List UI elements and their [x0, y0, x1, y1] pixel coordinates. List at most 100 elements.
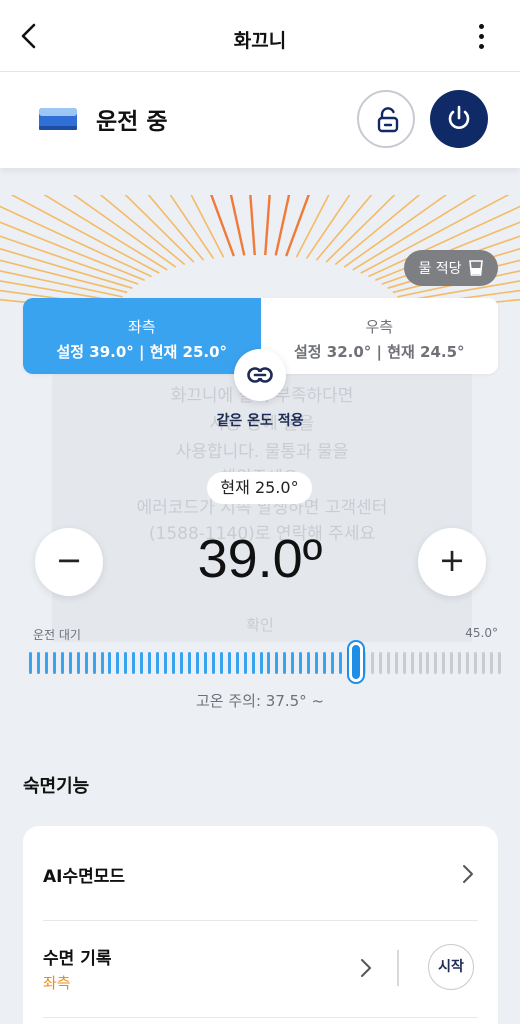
- heat-ray: [249, 195, 256, 256]
- slider-tick: [299, 652, 303, 674]
- slider-tick: [283, 652, 287, 674]
- current-temperature-pill: 현재 25.0°: [207, 472, 312, 504]
- apply-same-temp-label[interactable]: 같은 온도 적용: [0, 410, 520, 430]
- sleep-section-title: 숙면기능: [23, 776, 90, 797]
- tab-right-zone[interactable]: 우측 설정 32.0° | 현재 24.5°: [260, 298, 498, 374]
- slider-tick: [490, 652, 494, 674]
- heat-ray: [210, 195, 235, 257]
- zone-name: 좌측: [127, 318, 156, 336]
- zone-temperature-detail: 설정 39.0° | 현재 25.0°: [56, 343, 228, 361]
- slider-tick: [307, 652, 311, 674]
- heat-ray: [0, 270, 123, 298]
- plus-icon: +: [438, 541, 466, 579]
- slider-tick: [203, 652, 207, 674]
- slider-tick: [164, 652, 168, 674]
- slider-tick: [323, 652, 327, 674]
- lock-toggle-button[interactable]: [357, 90, 415, 148]
- slider-tick: [124, 652, 128, 674]
- slider-tick: [426, 652, 430, 674]
- slider-tick: [211, 652, 215, 674]
- slider-tick: [291, 652, 295, 674]
- device-status-bar: 운전 중: [0, 72, 520, 168]
- slider-tick: [259, 652, 263, 674]
- heat-ray: [72, 195, 177, 268]
- slider-tick: [378, 652, 382, 674]
- slider-tick: [108, 652, 112, 674]
- power-button[interactable]: [430, 90, 488, 148]
- slider-tick: [219, 652, 223, 674]
- slider-tick: [52, 652, 56, 674]
- slider-tick: [156, 652, 160, 674]
- slider-tick: [275, 652, 279, 674]
- more-vertical-icon[interactable]: [476, 24, 486, 56]
- slider-tick: [386, 652, 390, 674]
- slider-tick: [331, 652, 335, 674]
- sleep-features-card: AI수면모드 수면 기록 좌측 시작: [23, 826, 498, 1024]
- slider-tick: [482, 652, 486, 674]
- slider-tick: [44, 652, 48, 674]
- heat-ray: [305, 195, 351, 259]
- slider-tick: [116, 652, 120, 674]
- slider-tick: [251, 652, 255, 674]
- tab-left-zone[interactable]: 좌측 설정 39.0° | 현재 25.0°: [23, 298, 261, 374]
- slider-tick: [394, 652, 398, 674]
- slider-tick: [195, 652, 199, 674]
- chevron-right-icon: [463, 865, 473, 883]
- mattress-icon: [38, 104, 78, 134]
- high-temp-warning: 고온 주의: 37.5° ~: [195, 692, 325, 710]
- row-sub-label: 좌측: [43, 974, 71, 992]
- operation-status: 운전 중: [96, 109, 168, 135]
- slider-thumb[interactable]: [348, 642, 363, 682]
- slider-tick: [466, 652, 470, 674]
- slider-tick: [267, 652, 271, 674]
- heat-ray: [264, 195, 271, 256]
- link-zones-button[interactable]: [234, 349, 286, 401]
- water-level-label: 물 적당: [418, 261, 462, 277]
- slider-tick: [29, 652, 32, 674]
- increase-temp-button[interactable]: +: [418, 528, 486, 596]
- slider-tick: [498, 652, 501, 674]
- zone-temperature-detail: 설정 32.0° | 현재 24.5°: [293, 343, 465, 361]
- zone-name: 우측: [365, 318, 394, 336]
- page-title: 화끄니: [233, 30, 287, 52]
- slider-tick: [315, 652, 319, 674]
- slider-tick: [36, 652, 40, 674]
- chevron-right-icon: [361, 959, 371, 977]
- slider-tick: [458, 652, 462, 674]
- start-record-button[interactable]: 시작: [428, 944, 474, 990]
- slider-tick: [339, 652, 343, 674]
- heat-ray: [0, 205, 153, 278]
- slider-tick: [227, 652, 231, 674]
- row-label: AI수면모드: [43, 867, 126, 887]
- sleep-record-row[interactable]: 수면 기록 좌측 시작: [43, 922, 478, 1018]
- slider-tick: [180, 652, 184, 674]
- slider-tick: [76, 652, 80, 674]
- slider-tick: [100, 652, 104, 674]
- slider-tick: [60, 652, 64, 674]
- slider-tick: [68, 652, 72, 674]
- slider-tick: [402, 652, 406, 674]
- slider-tick: [243, 652, 247, 674]
- slider-tick: [434, 652, 438, 674]
- temperature-slider[interactable]: [29, 640, 501, 684]
- slider-max-label: 45.0°: [465, 626, 498, 640]
- slider-tick: [450, 652, 454, 674]
- slider-tick: [474, 652, 478, 674]
- water-level-badge[interactable]: 물 적당: [404, 250, 498, 286]
- slider-tick: [84, 652, 88, 674]
- heat-ray: [99, 195, 186, 266]
- top-bar: 화끄니: [0, 0, 520, 72]
- link-icon: [247, 367, 273, 383]
- row-label: 수면 기록: [43, 949, 112, 969]
- heat-ray: [10, 195, 160, 274]
- power-icon: [448, 105, 470, 129]
- slider-tick: [442, 652, 446, 674]
- heat-ray: [285, 195, 310, 257]
- heat-ray: [0, 235, 139, 285]
- slider-tick: [362, 652, 366, 674]
- slider-tick: [132, 652, 136, 674]
- ai-sleep-mode-row[interactable]: AI수면모드: [43, 826, 478, 921]
- slider-tick: [172, 652, 176, 674]
- slider-tick: [187, 652, 191, 674]
- heat-ray: [0, 221, 146, 281]
